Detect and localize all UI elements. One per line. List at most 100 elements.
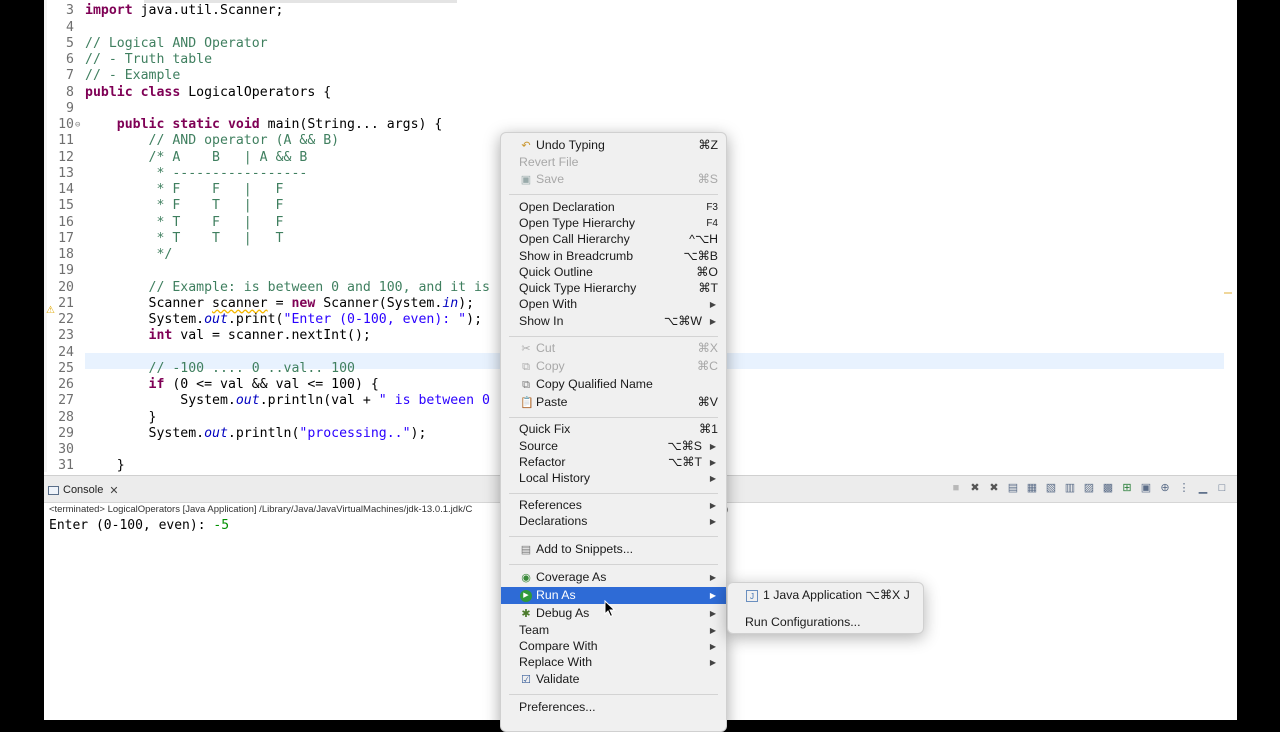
menu-item-open-declaration[interactable]: Open Declaration F3 xyxy=(501,199,726,216)
menu-item-open-with[interactable]: Open With ▶ xyxy=(501,296,726,313)
menu-item-validate[interactable]: ☑ Validate xyxy=(501,671,726,688)
menu-item-refactor[interactable]: Refactor ⌥⌘T ▶ xyxy=(501,454,726,471)
menu-item-add-to-snippets[interactable]: ▤ Add to Snippets... xyxy=(501,541,726,558)
console-status: <terminated> LogicalOperators [Java Appl… xyxy=(49,504,473,515)
code-text: if (0 <= val && val <= 100) { xyxy=(148,377,379,392)
line-number: 5 xyxy=(66,35,74,51)
warning-marker-icon[interactable]: ⚠ xyxy=(46,305,55,316)
menu-item-label: Quick Fix xyxy=(519,422,571,436)
line-number: 4 xyxy=(66,19,74,35)
menu-item-undo-typing[interactable]: ↶ Undo Typing ⌘Z xyxy=(501,137,726,154)
overview-ruler-mark[interactable] xyxy=(1224,292,1232,294)
line-number: 31 xyxy=(58,458,74,472)
menu-item-shortcut: ⌘X xyxy=(697,341,719,355)
menu-item-team[interactable]: Team ▶ xyxy=(501,622,726,639)
line-number: 24 xyxy=(58,344,74,360)
menu-item-label: Compare With xyxy=(519,639,598,653)
menu-item-open-call-hierarchy[interactable]: Open Call Hierarchy ^⌥H xyxy=(501,231,726,248)
word-wrap-icon[interactable]: ▧ xyxy=(1044,482,1058,494)
code-text: // - Example xyxy=(85,68,181,84)
tab-console[interactable]: Console ✕ xyxy=(48,480,119,500)
remove-all-terminated-icon[interactable]: ✖ xyxy=(987,482,1001,494)
line-number: 26 xyxy=(58,377,74,392)
line-number: 14 xyxy=(58,182,74,197)
run-as-submenu: J 1 Java Application ⌥⌘X J Run Configurati… xyxy=(727,582,924,634)
code-text: int val = scanner.nextInt(); xyxy=(148,328,371,344)
menu-item-label: Quick Outline xyxy=(519,265,593,279)
menu-item-show-in-breadcrumb[interactable]: Show in Breadcrumb ⌥⌘B xyxy=(501,248,726,265)
menu-item-declarations[interactable]: Declarations ▶ xyxy=(501,513,726,530)
menu-item-label: Paste xyxy=(536,395,568,409)
fold-toggle-icon[interactable]: ⊖ xyxy=(75,117,80,133)
show-on-error-icon[interactable]: ▨ xyxy=(1082,482,1096,494)
cut-icon: ✂ xyxy=(521,343,531,355)
menu-item-coverage-as[interactable]: ◉ Coverage As ▶ xyxy=(501,569,726,586)
editor-ruler xyxy=(44,0,47,472)
remove-launch-icon[interactable]: ✖ xyxy=(968,482,982,494)
menu-item-local-history[interactable]: Local History ▶ xyxy=(501,470,726,487)
menu-item-replace-with[interactable]: Replace With ▶ xyxy=(501,654,726,671)
console-toolbar: ■ ✖ ✖ ▤ ▦ ▧ ▥ ▨ ▩ ⊞ ▣ ⊕ ⋮ ▁ □ xyxy=(949,482,1229,494)
menu-item-cut: ✂ Cut ⌘X xyxy=(501,340,726,357)
maximize-icon[interactable]: □ xyxy=(1215,482,1229,494)
submenu-arrow-icon: ▶ xyxy=(709,442,716,451)
display-selected-console-icon[interactable]: ▣ xyxy=(1139,482,1153,494)
console-output[interactable]: Enter (0-100, even): -5 xyxy=(49,518,229,533)
menu-item-source[interactable]: Source ⌥⌘S ▶ xyxy=(501,438,726,455)
line-number: 8 xyxy=(66,84,74,100)
terminate-icon[interactable]: ■ xyxy=(949,482,963,494)
show-on-stdout-icon[interactable]: ▩ xyxy=(1101,482,1115,494)
minimize-icon[interactable]: ▁ xyxy=(1196,482,1210,494)
menu-item-label: Validate xyxy=(536,672,580,686)
open-console-icon[interactable]: ⊕ xyxy=(1158,482,1172,494)
show-on-output-icon[interactable]: ▥ xyxy=(1063,482,1077,494)
validate-check-icon: ☑ xyxy=(521,674,531,686)
pin-console-icon[interactable]: ⊞ xyxy=(1120,482,1134,494)
submenu-arrow-icon: ▶ xyxy=(709,626,716,635)
code-text: } xyxy=(85,458,125,472)
menu-item-label: Preferences... xyxy=(519,700,596,714)
debug-icon: ✱ xyxy=(521,608,531,620)
line-number: 12 xyxy=(58,149,74,165)
menu-item-1-java-application-x-j[interactable]: J 1 Java Application ⌥⌘X J xyxy=(728,587,923,604)
menu-item-preferences[interactable]: Preferences... xyxy=(501,699,726,716)
line-number: 10 xyxy=(58,117,74,132)
menu-separator xyxy=(509,194,718,195)
code-text: // - Truth table xyxy=(85,52,213,67)
submenu-arrow-icon: ▶ xyxy=(709,317,716,326)
menu-item-label: Cut xyxy=(536,341,556,355)
run-icon: ▶ xyxy=(520,590,532,602)
menu-item-quick-outline[interactable]: Quick Outline ⌘O xyxy=(501,264,726,281)
menu-item-shortcut: F3 xyxy=(706,202,718,213)
submenu-arrow-icon: ▶ xyxy=(709,474,716,483)
menu-item-label: Quick Type Hierarchy xyxy=(519,281,637,295)
menu-item-label: Replace With xyxy=(519,655,593,669)
menu-item-label: Debug As xyxy=(536,606,590,620)
menu-item-quick-type-hierarchy[interactable]: Quick Type Hierarchy ⌘T xyxy=(501,280,726,297)
menu-item-shortcut: ⌘V xyxy=(697,395,719,409)
paste-icon: 📋 xyxy=(520,397,534,409)
menu-item-compare-with[interactable]: Compare With ▶ xyxy=(501,638,726,655)
code-text: System.out.println("processing.."); xyxy=(85,425,427,441)
menu-item-shortcut: ⌘1 xyxy=(698,422,718,436)
menu-item-label: 1 Java Application ⌥⌘X J xyxy=(763,588,910,602)
submenu-arrow-icon: ▶ xyxy=(709,658,716,667)
menu-item-paste[interactable]: 📋 Paste ⌘V xyxy=(501,394,726,411)
menu-item-open-type-hierarchy[interactable]: Open Type Hierarchy F4 xyxy=(501,215,726,232)
menu-item-copy: ⧉ Copy ⌘C xyxy=(501,358,726,375)
code-text: System.out.println(val + " is between 0 xyxy=(85,393,490,409)
view-menu-icon[interactable]: ⋮ xyxy=(1177,482,1191,494)
menu-item-shortcut: ⌥⌘W xyxy=(663,314,702,328)
clear-console-icon[interactable]: ▤ xyxy=(1006,482,1020,494)
menu-item-references[interactable]: References ▶ xyxy=(501,497,726,514)
menu-item-show-in[interactable]: Show In ⌥⌘W ▶ xyxy=(501,313,726,330)
line-number: 19 xyxy=(58,263,74,279)
menu-item-label: Undo Typing xyxy=(536,138,605,152)
code-text: * T T | T xyxy=(156,230,284,246)
close-icon[interactable]: ✕ xyxy=(109,484,118,497)
menu-separator xyxy=(509,564,718,565)
menu-item-quick-fix[interactable]: Quick Fix ⌘1 xyxy=(501,421,726,438)
scroll-lock-icon[interactable]: ▦ xyxy=(1025,482,1039,494)
menu-item-run-configurations[interactable]: Run Configurations... xyxy=(728,614,923,631)
menu-item-copy-qualified-name[interactable]: ⧉ Copy Qualified Name xyxy=(501,376,726,393)
